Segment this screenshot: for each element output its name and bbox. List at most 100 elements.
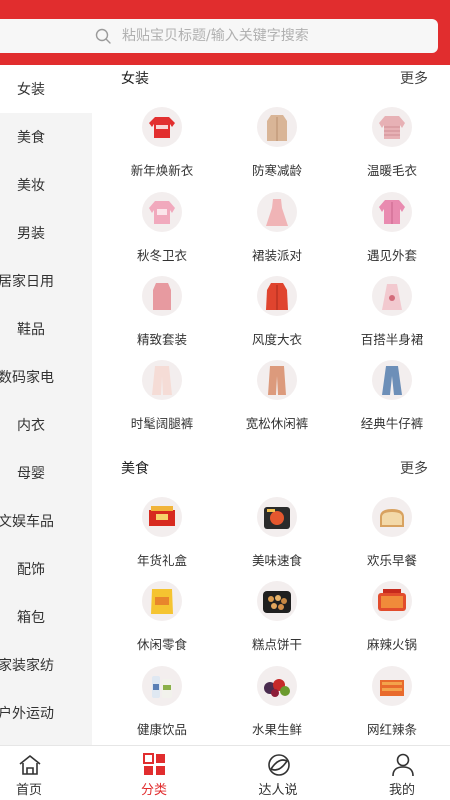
subcategory-tile[interactable]: 欢乐早餐 bbox=[337, 497, 447, 577]
casual-pants-icon bbox=[257, 360, 297, 400]
subcategory-tile[interactable]: 遇见外套 bbox=[337, 192, 447, 272]
wide-leg-pants-icon bbox=[142, 360, 182, 400]
tile-label: 麻辣火锅 bbox=[366, 637, 417, 652]
tile-label: 百搭半身裙 bbox=[360, 332, 424, 347]
snack-bag-icon bbox=[142, 581, 182, 621]
jeans-icon bbox=[372, 360, 412, 400]
sidebar-item-muying[interactable]: 母婴 bbox=[0, 449, 92, 497]
tile-label: 水果生鲜 bbox=[251, 722, 302, 737]
tile-label: 秋冬卫衣 bbox=[136, 248, 187, 263]
sidebar-item-label: 家装家纺 bbox=[0, 658, 54, 674]
sidebar-item-nanzhuang[interactable]: 男装 bbox=[0, 209, 92, 257]
sidebar-item-neiyi[interactable]: 内衣 bbox=[0, 401, 92, 449]
category-content: 女装 更多 新年焕新衣 防寒减龄 温暖毛衣 秋冬卫衣 裙装派对 遇见外套 精致套… bbox=[92, 65, 450, 745]
tab-label: 达人说 bbox=[258, 783, 298, 798]
subcategory-tile[interactable]: 精致套装 bbox=[107, 276, 217, 356]
sidebar-item-huwaiyundong[interactable]: 户外运动 bbox=[0, 689, 92, 737]
sidebar-item-meizhuang[interactable]: 美妆 bbox=[0, 161, 92, 209]
tile-label: 经典牛仔裤 bbox=[360, 416, 424, 431]
subcategory-tile[interactable]: 网红辣条 bbox=[337, 666, 447, 746]
tab-label: 分类 bbox=[140, 783, 167, 798]
search-icon bbox=[95, 28, 111, 44]
subcategory-tile[interactable]: 宽松休闲裤 bbox=[222, 360, 332, 440]
search-bar[interactable] bbox=[0, 19, 438, 53]
sidebar-item-label: 文娱车品 bbox=[0, 514, 54, 530]
sidebar-item-label: 美食 bbox=[17, 130, 45, 146]
spicy-strips-icon bbox=[372, 666, 412, 706]
tab-profile[interactable]: 我的 bbox=[357, 746, 447, 800]
planet-icon bbox=[268, 754, 290, 776]
sidebar-item-xiepin[interactable]: 鞋品 bbox=[0, 305, 92, 353]
subcategory-tile[interactable]: 健康饮品 bbox=[107, 666, 217, 746]
sidebar-item-peishi[interactable]: 配饰 bbox=[0, 545, 92, 593]
subcategory-tile[interactable]: 裙装派对 bbox=[222, 192, 332, 272]
tab-daren[interactable]: 达人说 bbox=[233, 746, 323, 800]
sidebar-item-label: 男装 bbox=[17, 226, 45, 242]
tile-label: 休闲零食 bbox=[136, 637, 187, 652]
tile-label: 糕点饼干 bbox=[251, 637, 302, 652]
instant-food-icon bbox=[257, 497, 297, 537]
section-more-link[interactable]: 更多 bbox=[400, 68, 428, 88]
tab-category[interactable]: 分类 bbox=[109, 746, 199, 800]
subcategory-tile[interactable]: 风度大衣 bbox=[222, 276, 332, 356]
subcategory-tile[interactable]: 百搭半身裙 bbox=[337, 276, 447, 356]
sidebar-item-label: 母婴 bbox=[17, 466, 45, 482]
subcategory-tile[interactable]: 经典牛仔裤 bbox=[337, 360, 447, 440]
tile-label: 宽松休闲裤 bbox=[245, 416, 309, 431]
sidebar-item-jiazhuangjiafang[interactable]: 家装家纺 bbox=[0, 641, 92, 689]
subcategory-tile[interactable]: 温暖毛衣 bbox=[337, 107, 447, 187]
subcategory-tile[interactable]: 时髦阔腿裤 bbox=[107, 360, 217, 440]
subcategory-tile[interactable]: 年货礼盒 bbox=[107, 497, 217, 577]
pink-knit-sweater-icon bbox=[372, 107, 412, 147]
cookies-icon bbox=[257, 581, 297, 621]
sidebar-item-jujiariyong[interactable]: 居家日用 bbox=[0, 257, 92, 305]
red-coat-icon bbox=[257, 276, 297, 316]
tile-label: 温暖毛衣 bbox=[366, 163, 417, 178]
tab-label: 首页 bbox=[15, 783, 42, 798]
tab-home[interactable]: 首页 bbox=[0, 746, 74, 800]
sidebar-item-meishi[interactable]: 美食 bbox=[0, 113, 92, 161]
tile-label: 网红辣条 bbox=[366, 722, 417, 737]
section-more-link[interactable]: 更多 bbox=[400, 458, 428, 478]
category-grid-icon bbox=[143, 753, 165, 775]
pink-jacket-icon bbox=[372, 192, 412, 232]
sidebar-item-xiangbao[interactable]: 箱包 bbox=[0, 593, 92, 641]
tile-label: 年货礼盒 bbox=[136, 553, 187, 568]
tile-label: 遇见外套 bbox=[366, 248, 417, 263]
sidebar-item-label: 女装 bbox=[17, 82, 45, 98]
search-input[interactable] bbox=[122, 26, 412, 46]
home-icon bbox=[19, 755, 41, 775]
sidebar-item-nvzhuang[interactable]: 女装 bbox=[0, 65, 92, 113]
section-title: 女装 bbox=[121, 71, 149, 87]
subcategory-tile[interactable]: 水果生鲜 bbox=[222, 666, 332, 746]
subcategory-tile[interactable]: 休闲零食 bbox=[107, 581, 217, 661]
pink-suit-icon bbox=[142, 276, 182, 316]
sidebar-item-shumajiadian[interactable]: 数码家电 bbox=[0, 353, 92, 401]
pink-dress-icon bbox=[257, 192, 297, 232]
red-sweater-icon bbox=[142, 107, 182, 147]
tile-label: 健康饮品 bbox=[136, 722, 187, 737]
subcategory-tile[interactable]: 秋冬卫衣 bbox=[107, 192, 217, 272]
hotpot-icon bbox=[372, 581, 412, 621]
subcategory-tile[interactable]: 美味速食 bbox=[222, 497, 332, 577]
sidebar-item-label: 配饰 bbox=[17, 562, 45, 578]
subcategory-tile[interactable]: 麻辣火锅 bbox=[337, 581, 447, 661]
category-sidebar: 女装 美食 美妆 男装 居家日用 鞋品 数码家电 内衣 母婴 文娱车品 配饰 箱… bbox=[0, 65, 92, 745]
subcategory-tile[interactable]: 糕点饼干 bbox=[222, 581, 332, 661]
sidebar-item-label: 美妆 bbox=[17, 178, 45, 194]
sidebar-item-label: 内衣 bbox=[17, 418, 45, 434]
tab-label: 我的 bbox=[388, 783, 415, 798]
sidebar-item-wenyuchepin[interactable]: 文娱车品 bbox=[0, 497, 92, 545]
tile-label: 裙装派对 bbox=[251, 248, 302, 263]
tile-label: 美味速食 bbox=[251, 553, 302, 568]
sidebar-item-label: 居家日用 bbox=[0, 274, 54, 290]
subcategory-tile[interactable]: 新年焕新衣 bbox=[107, 107, 217, 187]
tile-label: 防寒减龄 bbox=[251, 163, 302, 178]
gift-box-icon bbox=[142, 497, 182, 537]
sidebar-item-label: 数码家电 bbox=[0, 370, 54, 386]
tile-label: 欢乐早餐 bbox=[366, 553, 417, 568]
tile-label: 新年焕新衣 bbox=[130, 163, 194, 178]
section-title: 美食 bbox=[121, 461, 149, 477]
pink-skirt-icon bbox=[372, 276, 412, 316]
subcategory-tile[interactable]: 防寒减龄 bbox=[222, 107, 332, 187]
